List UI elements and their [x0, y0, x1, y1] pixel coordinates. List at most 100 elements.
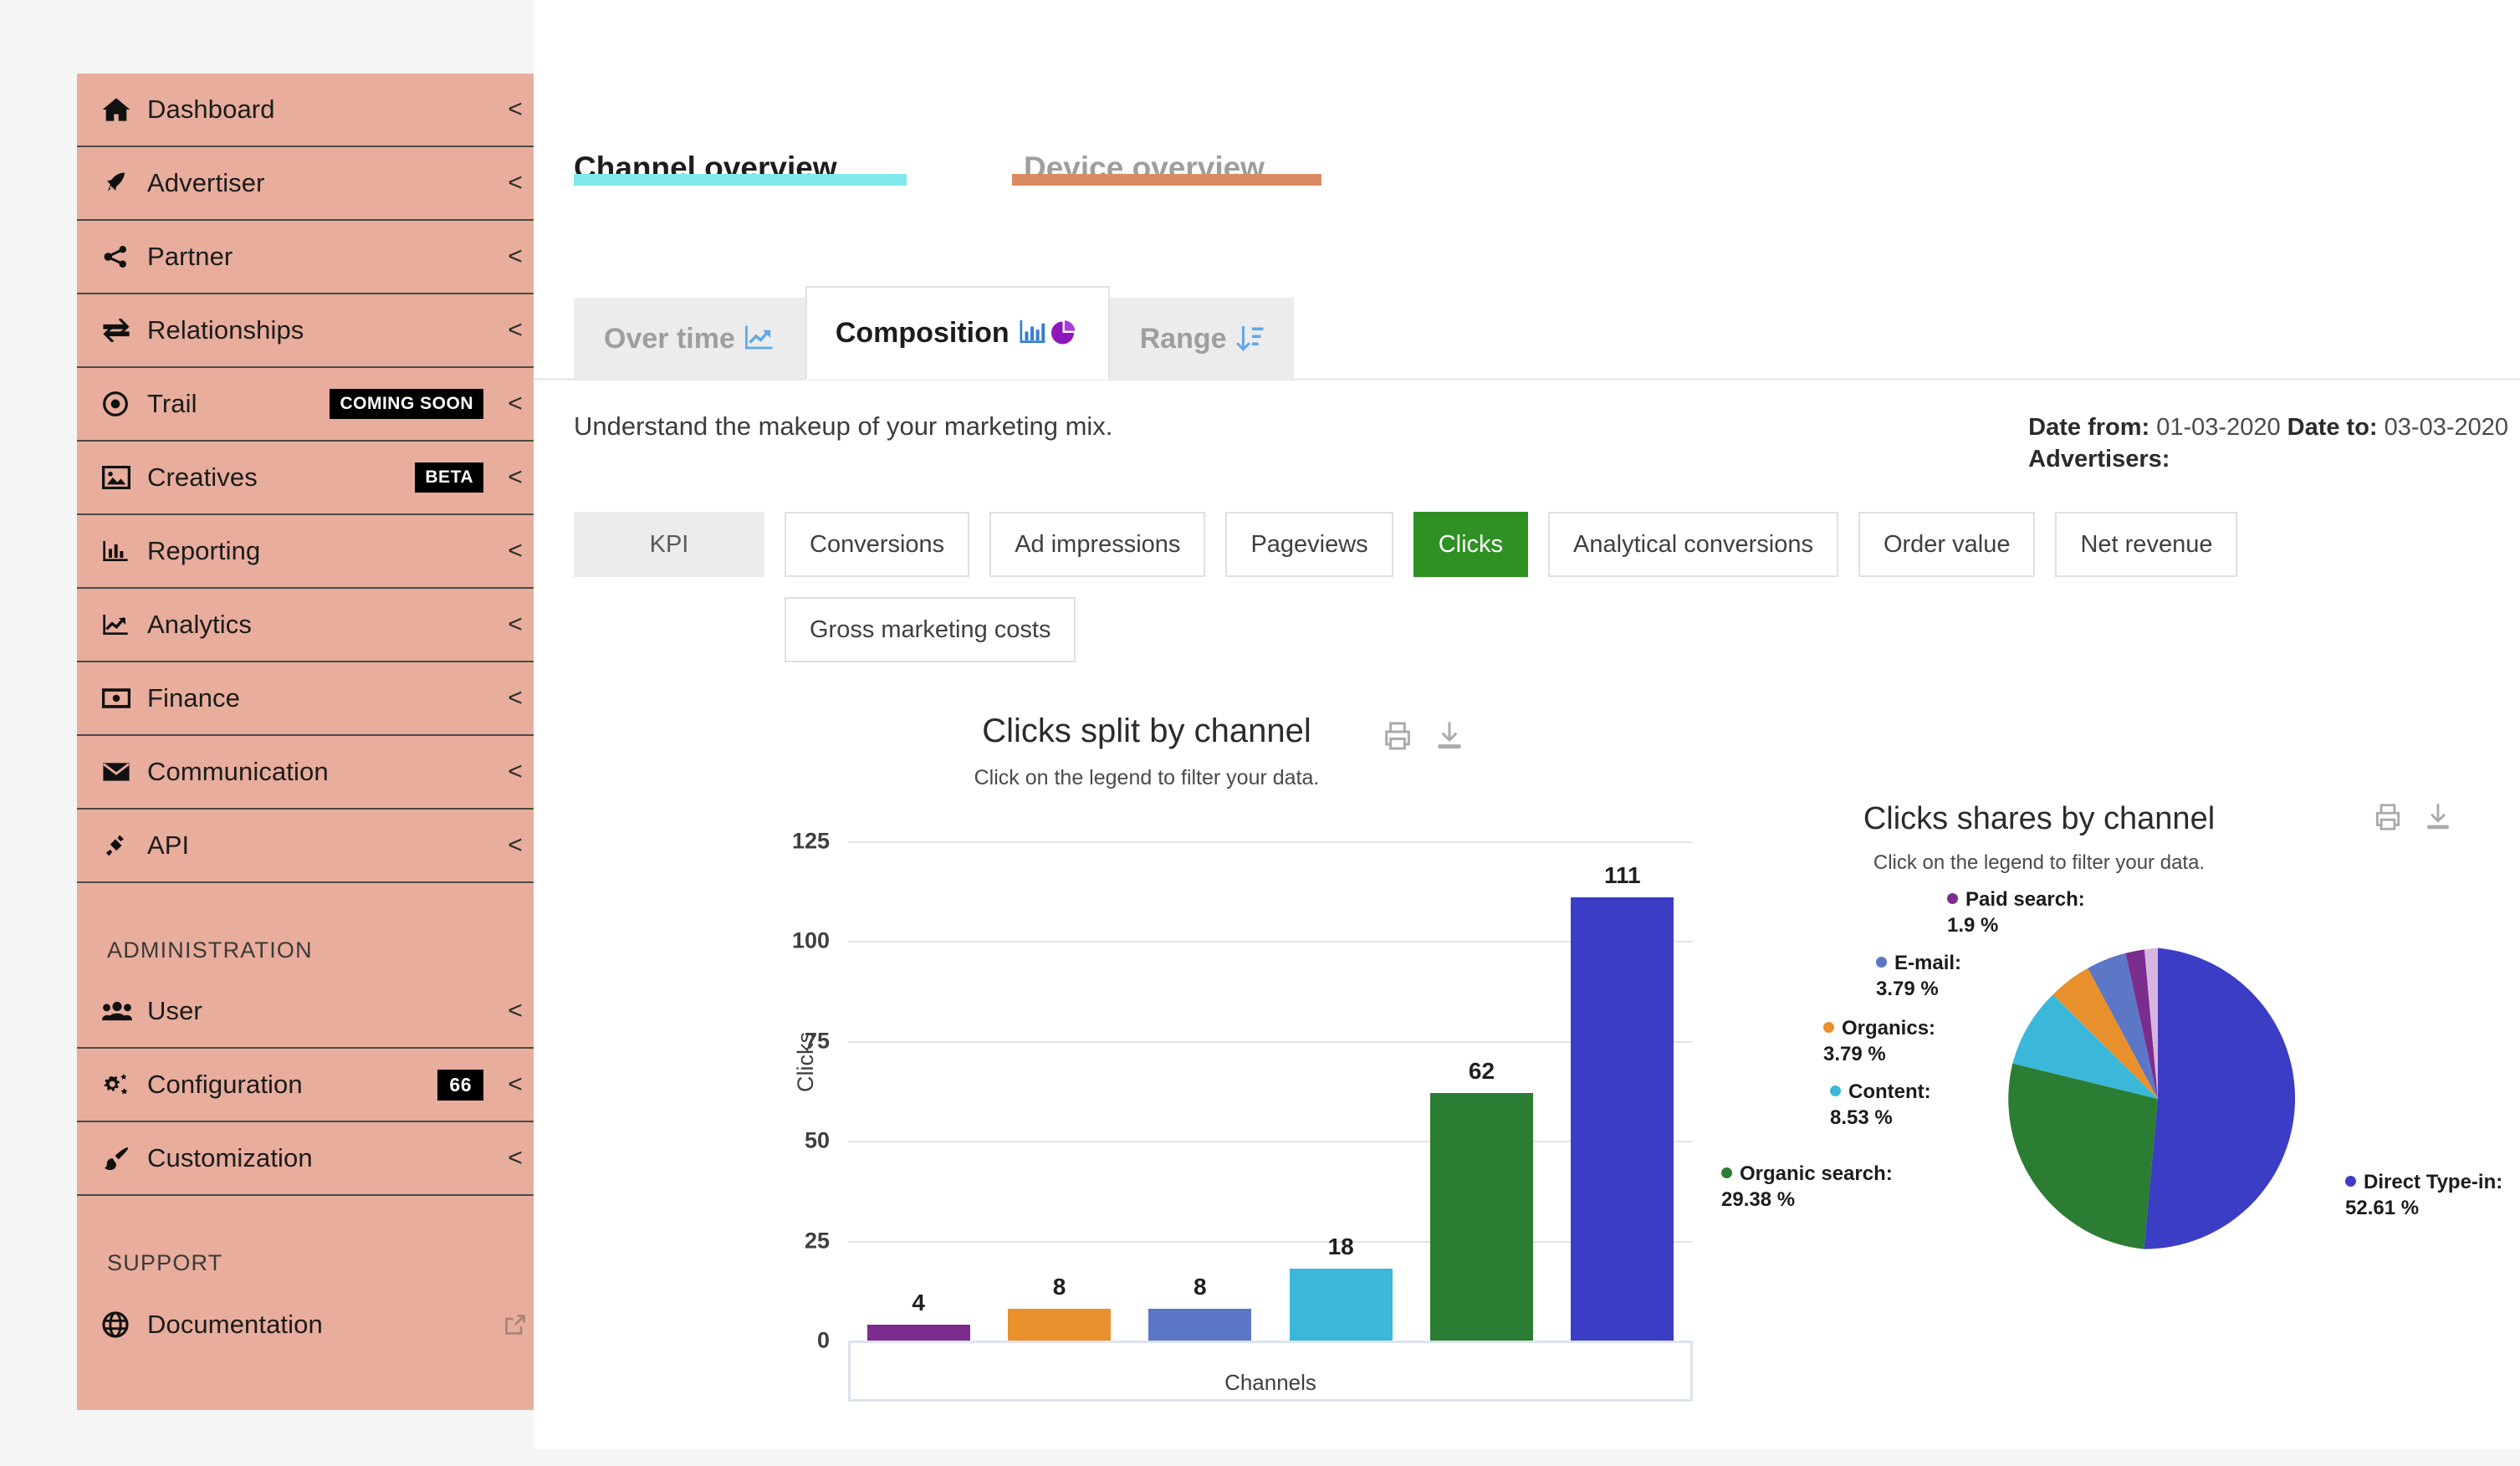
bar-series: 4 8 8 18 62 111 — [848, 841, 1693, 1341]
bar-pie-icon — [1018, 318, 1080, 348]
pie-label-email[interactable]: E-mail: 3.79 % — [1876, 950, 1961, 1002]
envelope-icon — [102, 761, 147, 783]
bar-chart: Clicks split by channel Click on the leg… — [574, 701, 1720, 1402]
download-icon[interactable] — [2422, 801, 2454, 833]
kpi-option-ad-impressions[interactable]: Ad impressions — [989, 512, 1206, 577]
bar-value: 4 — [912, 1289, 925, 1315]
sidebar-item-relationships[interactable]: Relationships < — [77, 294, 534, 368]
chevron-left-icon[interactable]: < — [497, 537, 534, 565]
chevron-left-icon[interactable]: < — [497, 1070, 534, 1099]
pie-label-direct-type-in[interactable]: Direct Type-in: 52.61 % — [2345, 1169, 2502, 1221]
pie-label-value: 52.61 % — [2345, 1197, 2420, 1220]
sidebar-item-user[interactable]: User < — [77, 975, 534, 1049]
bar-chart-tools — [1381, 719, 1466, 753]
chevron-left-icon[interactable]: < — [497, 390, 534, 418]
bar-organic-search[interactable] — [1430, 1092, 1533, 1341]
bar-item[interactable]: 62 — [1411, 841, 1551, 1341]
chevron-left-icon[interactable]: < — [497, 758, 534, 786]
bar-item[interactable]: 8 — [1130, 841, 1270, 1341]
gears-icon — [102, 1072, 147, 1097]
sidebar-item-trail[interactable]: Trail COMING SOON < — [77, 368, 534, 442]
kpi-option-net-revenue[interactable]: Net revenue — [2055, 512, 2238, 577]
book-icon — [102, 1311, 147, 1338]
sidebar-item-dashboard[interactable]: Dashboard < — [77, 74, 534, 147]
date-to-label: Date to: — [2287, 414, 2378, 441]
pie-slice-direct-type-in[interactable] — [2144, 948, 2296, 1249]
legend-dot — [1823, 1022, 1834, 1033]
sidebar-item-reporting[interactable]: Reporting < — [77, 515, 534, 589]
bar-value: 62 — [1468, 1057, 1495, 1084]
tab-device-overview[interactable]: Device overview — [1012, 151, 1321, 186]
bar-content[interactable] — [1289, 1269, 1393, 1341]
bar-chart-x-frame — [848, 1343, 1693, 1402]
legend-dot — [1721, 1167, 1732, 1178]
chevron-left-icon[interactable]: < — [497, 316, 534, 345]
kpi-option-order-value[interactable]: Order value — [1858, 512, 2036, 577]
bar-paid-search[interactable] — [866, 1324, 970, 1341]
configuration-count-badge: 66 — [437, 1069, 483, 1101]
chevron-left-icon[interactable]: < — [497, 1144, 534, 1172]
tab-range[interactable]: Range — [1109, 298, 1294, 380]
kpi-option-clicks[interactable]: Clicks — [1413, 512, 1529, 577]
download-icon[interactable] — [1433, 719, 1466, 753]
kpi-option-conversions[interactable]: Conversions — [785, 512, 970, 577]
pie-chart: Clicks shares by channel Click on the le… — [1721, 794, 2516, 1397]
chevron-left-icon[interactable]: < — [497, 997, 534, 1025]
sidebar-item-analytics[interactable]: Analytics < — [77, 589, 534, 662]
print-icon[interactable] — [1381, 719, 1414, 753]
chevron-left-icon[interactable]: < — [497, 831, 534, 860]
sidebar-item-advertiser[interactable]: Advertiser < — [77, 147, 534, 221]
meta-advertisers: Advertisers: — [2028, 443, 2508, 475]
tab-channel-overview[interactable]: Channel overview — [574, 151, 907, 186]
chevron-left-icon[interactable]: < — [497, 684, 534, 713]
rocket-icon — [102, 171, 147, 196]
kpi-option-gross-marketing-costs[interactable]: Gross marketing costs — [785, 597, 1076, 662]
kpi-option-analytical-conversions[interactable]: Analytical conversions — [1548, 512, 1838, 577]
brush-icon — [102, 1147, 147, 1170]
home-icon — [102, 97, 147, 122]
sidebar-item-creatives[interactable]: Creatives BETA < — [77, 442, 534, 515]
share-icon — [102, 244, 147, 269]
sidebar-item-customization[interactable]: Customization < — [77, 1122, 534, 1196]
pie-label-name: Organic search: — [1740, 1162, 1893, 1185]
external-link-icon[interactable] — [497, 1313, 534, 1336]
sidebar-item-configuration[interactable]: Configuration 66 < — [77, 1049, 534, 1122]
chevron-left-icon[interactable]: < — [497, 169, 534, 197]
bar-item[interactable]: 8 — [989, 841, 1129, 1341]
bar-direct-type-in[interactable] — [1571, 896, 1674, 1341]
bar-email[interactable] — [1148, 1308, 1252, 1341]
sidebar-item-finance[interactable]: Finance < — [77, 662, 534, 736]
bar-value: 111 — [1603, 861, 1641, 888]
bar-item[interactable]: 18 — [1270, 841, 1411, 1341]
pie-chart-title: Clicks shares by channel — [1863, 801, 2216, 836]
chevron-left-icon[interactable]: < — [497, 463, 534, 492]
sidebar-item-api[interactable]: API < — [77, 810, 534, 883]
sidebar-item-communication[interactable]: Communication < — [77, 736, 534, 810]
pie-label-organic-search[interactable]: Organic search: 29.38 % — [1721, 1161, 1893, 1213]
money-icon — [102, 687, 147, 709]
tab-composition[interactable]: Composition — [805, 286, 1110, 380]
pie-label-organics[interactable]: Organics: 3.79 % — [1823, 1015, 1935, 1067]
pie-label-paid-search[interactable]: Paid search: 1.9 % — [1947, 886, 2085, 938]
sidebar-item-documentation[interactable]: Documentation — [77, 1288, 534, 1361]
coming-soon-badge: COMING SOON — [330, 389, 483, 419]
bar-item[interactable]: 111 — [1552, 841, 1693, 1341]
print-icon[interactable] — [2372, 801, 2404, 833]
kpi-option-pageviews[interactable]: Pageviews — [1225, 512, 1393, 577]
chevron-left-icon[interactable]: < — [497, 243, 534, 271]
chevron-left-icon[interactable]: < — [497, 610, 534, 639]
chevron-left-icon[interactable]: < — [497, 95, 534, 124]
y-tick-50: 50 — [804, 1127, 830, 1153]
tab-over-time[interactable]: Over time — [574, 298, 805, 380]
sub-tab-label: Composition — [835, 316, 1010, 349]
bar-value: 18 — [1327, 1234, 1354, 1259]
tab-underline — [1012, 174, 1321, 186]
pie-canvas — [2008, 948, 2296, 1249]
pie-label-content[interactable]: Content: 8.53 % — [1830, 1079, 1931, 1131]
sidebar-item-label: Creatives — [147, 462, 258, 492]
sidebar: Dashboard < Advertiser < Partner < Relat… — [77, 74, 534, 1410]
sidebar-item-label: Customization — [147, 1143, 313, 1172]
bar-item[interactable]: 4 — [848, 841, 989, 1341]
bar-organics[interactable] — [1008, 1308, 1111, 1341]
sidebar-item-partner[interactable]: Partner < — [77, 221, 534, 294]
